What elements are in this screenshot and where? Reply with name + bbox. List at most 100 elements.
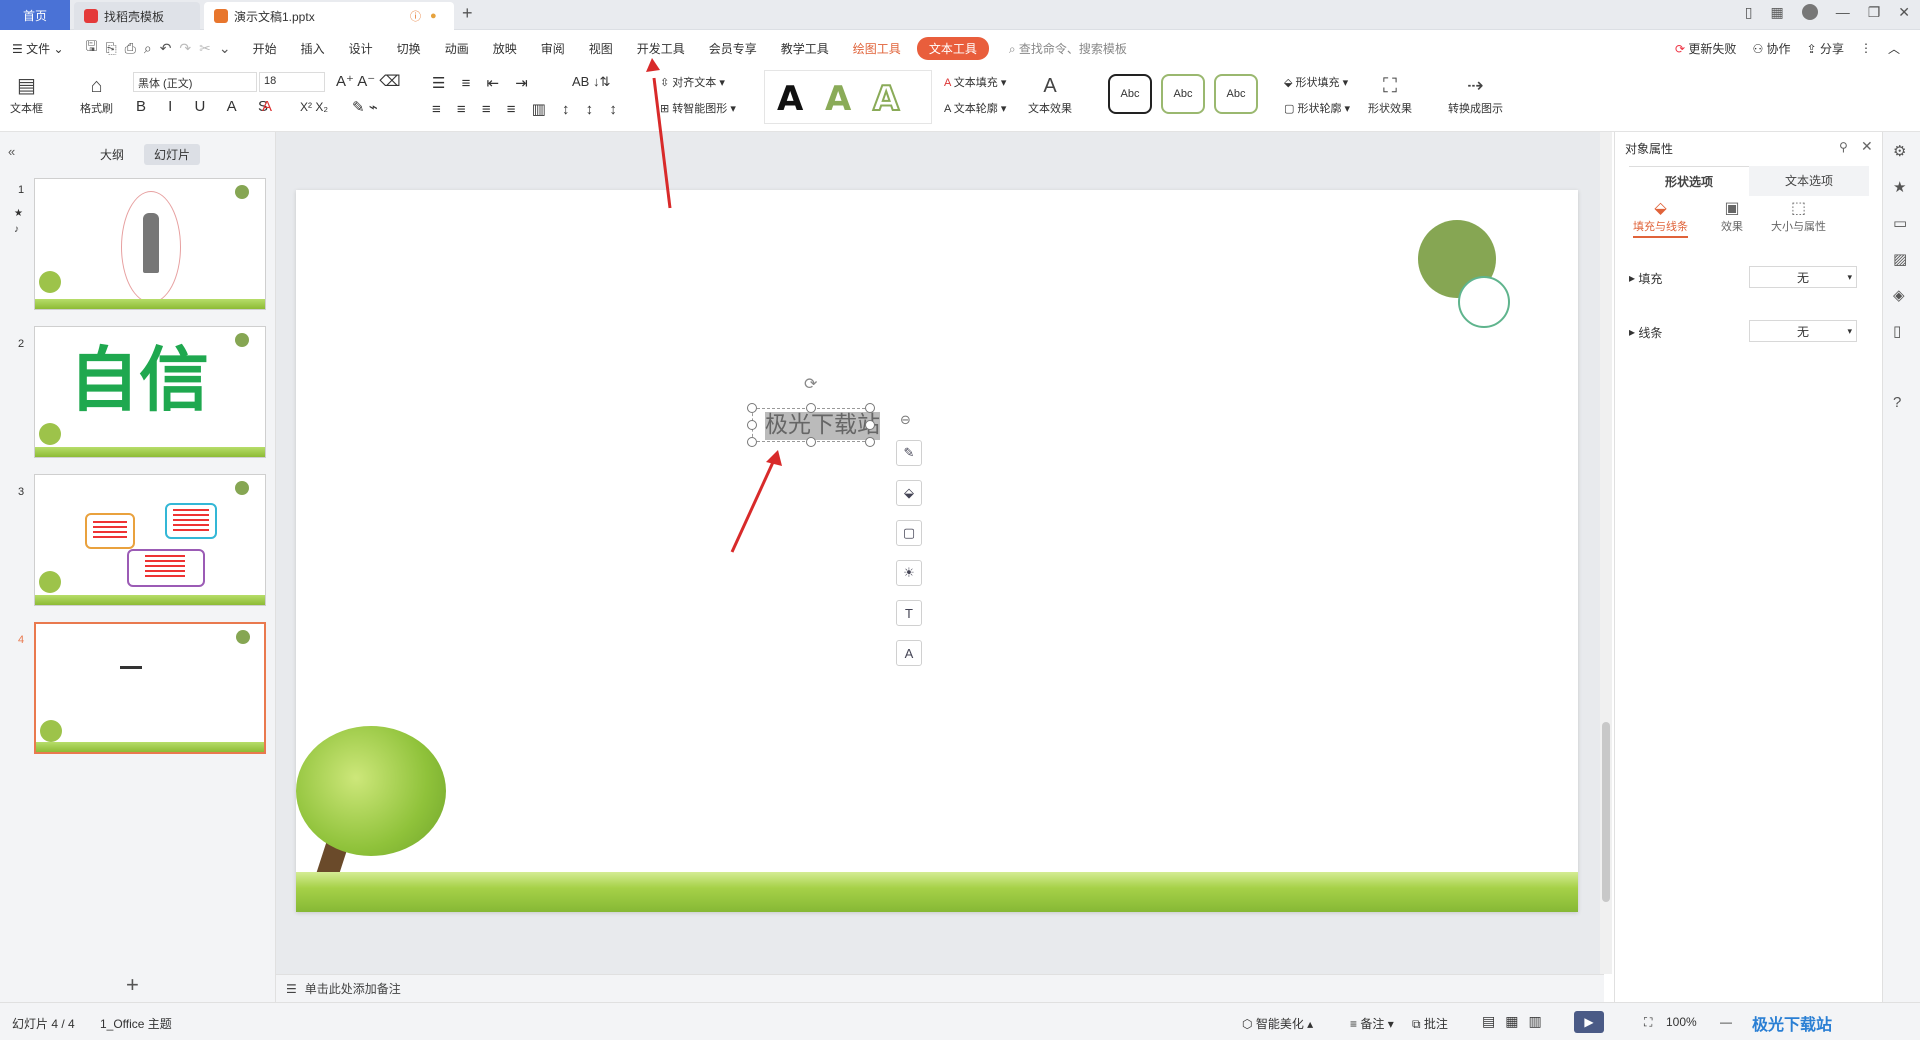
collapse-panel-icon[interactable]: «	[8, 144, 15, 159]
menu-animation[interactable]: 动画	[433, 40, 481, 57]
layout-icon[interactable]: ▯	[1745, 4, 1753, 21]
slide-thumbnail-4[interactable]	[34, 622, 266, 754]
clear-format-icon[interactable]: ✂	[199, 40, 211, 57]
textbox-content[interactable]: 极光下载站	[765, 412, 880, 440]
warning-icon[interactable]: ⓘ	[410, 8, 421, 24]
pin-icon[interactable]: ⚲	[1839, 140, 1848, 154]
tab-text-options[interactable]: 文本选项	[1749, 166, 1869, 196]
convert-diagram-button[interactable]: ⇢ 转换成图示	[1448, 72, 1503, 116]
font-size-select[interactable]: 18	[259, 72, 325, 92]
slide-transition-icon[interactable]: ▭	[1893, 214, 1907, 232]
menu-text-tools[interactable]: 文本工具	[916, 36, 989, 60]
update-status[interactable]: ⟳ 更新失败	[1675, 40, 1736, 57]
shape-style-2[interactable]: Abc	[1161, 74, 1205, 114]
new-tab-plus-icon[interactable]: +	[462, 3, 473, 24]
resize-handle[interactable]	[747, 437, 757, 447]
text-style-gallery[interactable]: A A A	[764, 70, 932, 124]
list-icons[interactable]: ☰ ≡ ⇤ ⇥	[432, 74, 534, 92]
text-style-outline[interactable]: A	[872, 78, 900, 120]
resize-handle[interactable]	[865, 420, 875, 430]
decor-ring[interactable]	[1458, 276, 1510, 328]
text-wrap-icon[interactable]: A	[896, 640, 922, 666]
text-fill-button[interactable]: A 文本填充 ▾	[944, 74, 1006, 90]
book-icon[interactable]: ▯	[1893, 322, 1901, 340]
menu-member[interactable]: 会员专享	[697, 40, 769, 57]
undo-icon[interactable]: ↶	[160, 40, 172, 57]
restore-icon[interactable]: ❐	[1868, 4, 1881, 21]
fill-icon[interactable]: ⬙	[896, 480, 922, 506]
font-color-icon[interactable]: A	[262, 98, 272, 115]
redo-icon[interactable]: ↷	[179, 40, 191, 57]
shape-effect-button[interactable]: ⛶ 形状效果	[1368, 72, 1412, 116]
minimize-icon[interactable]: —	[1836, 4, 1850, 21]
fit-window-icon[interactable]: ⛶	[1644, 1015, 1652, 1030]
notes-bar[interactable]: ☰ 单击此处添加备注	[276, 974, 1604, 1002]
text-style-green[interactable]: A	[825, 79, 851, 119]
resize-handle[interactable]	[806, 437, 816, 447]
slide-thumbnail-2[interactable]: 自信	[34, 326, 266, 458]
text-effect-button[interactable]: A 文本效果	[1028, 72, 1072, 116]
notes-toggle[interactable]: ≡ 备注 ▾	[1350, 1015, 1394, 1032]
tab-home[interactable]: 首页	[0, 0, 70, 30]
view-mode-icons[interactable]: ▤▦▥	[1482, 1013, 1552, 1030]
export-icon[interactable]: ⎘	[105, 40, 116, 57]
tab-slides[interactable]: 幻灯片	[144, 144, 201, 165]
preview-icon[interactable]: ⌕	[144, 40, 152, 57]
grow-font-icon[interactable]: A⁺ A⁻ ⌫	[336, 72, 401, 90]
collapse-toolbar-icon[interactable]: ⊖	[900, 412, 911, 428]
menu-developer[interactable]: 开发工具	[625, 40, 697, 57]
resize-handle[interactable]	[747, 420, 757, 430]
collab-button[interactable]: ⚇ 协作	[1752, 40, 1790, 57]
close-panel-icon[interactable]: ✕	[1861, 138, 1873, 155]
close-window-icon[interactable]: ✕	[1898, 4, 1910, 21]
sub-size-properties[interactable]: ⬚ 大小与属性	[1771, 198, 1826, 234]
tree-image[interactable]	[296, 726, 446, 856]
menu-start[interactable]: 开始	[241, 40, 289, 57]
more-quick-icon[interactable]: ⌄	[219, 40, 231, 57]
format-painter-button[interactable]: ⌂ 格式刷	[80, 72, 113, 116]
text-outline-button[interactable]: A 文本轮廓 ▾	[944, 100, 1006, 116]
text-frame-icon[interactable]: T	[896, 600, 922, 626]
fill-select[interactable]: 无 ▾	[1749, 266, 1857, 288]
menu-transition[interactable]: 切换	[385, 40, 433, 57]
file-menu[interactable]: ☰ 文件 ⌄	[0, 40, 76, 57]
share-button[interactable]: ⇪ 分享	[1807, 40, 1844, 57]
print-icon[interactable]: ⎙	[125, 40, 136, 57]
tab-shape-options[interactable]: 形状选项	[1629, 166, 1749, 196]
menu-teaching[interactable]: 教学工具	[769, 40, 841, 57]
align-text-button[interactable]: ⇳ 对齐文本 ▾	[660, 74, 725, 90]
tab-outline[interactable]: 大纲	[90, 144, 134, 165]
menu-slideshow[interactable]: 放映	[481, 40, 529, 57]
textbox-button[interactable]: ▤ 文本框	[10, 72, 43, 116]
animation-icon[interactable]: ★	[1893, 178, 1906, 196]
text-style-black[interactable]: A	[777, 79, 803, 119]
notes-placeholder[interactable]: 单击此处添加备注	[305, 980, 401, 997]
play-slideshow-icon[interactable]: ▶	[1574, 1011, 1604, 1033]
resize-handle[interactable]	[747, 403, 757, 413]
line-select[interactable]: 无 ▾	[1749, 320, 1857, 342]
panel-title[interactable]: 对象属性	[1625, 140, 1673, 157]
more-menu-icon[interactable]: ⋮	[1860, 41, 1872, 55]
sub-fill-line[interactable]: ⬙ 填充与线条	[1633, 198, 1688, 238]
add-slide-plus-icon[interactable]: +	[126, 972, 139, 998]
tab-document[interactable]: 演示文稿1.pptx ⓘ ●	[204, 2, 454, 30]
text-direction-icon[interactable]: AB ↓⇅	[572, 74, 610, 90]
comments-toggle[interactable]: ⧉ 批注	[1412, 1015, 1448, 1032]
image-tool-icon[interactable]: ▨	[1893, 250, 1907, 268]
menu-view[interactable]: 视图	[577, 40, 625, 57]
font-style-icons[interactable]: B I U A S	[136, 98, 277, 115]
superscript-icon[interactable]: X² X₂	[300, 100, 328, 114]
apps-grid-icon[interactable]: ▦	[1770, 4, 1783, 21]
resize-handle[interactable]	[865, 437, 875, 447]
edit-shape-icon[interactable]: ✎	[896, 440, 922, 466]
slide-thumbnail-3[interactable]	[34, 474, 266, 606]
shape-outline-button[interactable]: ▢ 形状轮廓 ▾	[1284, 100, 1350, 116]
location-icon[interactable]: ◈	[1893, 286, 1905, 304]
save-icon[interactable]: 🖫	[86, 36, 98, 60]
resize-handle[interactable]	[865, 403, 875, 413]
theme-name[interactable]: 1_Office 主题	[100, 1015, 172, 1032]
zoom-out-icon[interactable]: —	[1720, 1015, 1732, 1029]
command-search[interactable]: ⌕ 查找命令、搜索模板	[1009, 40, 1127, 57]
menu-design[interactable]: 设计	[337, 40, 385, 57]
menu-insert[interactable]: 插入	[289, 40, 337, 57]
